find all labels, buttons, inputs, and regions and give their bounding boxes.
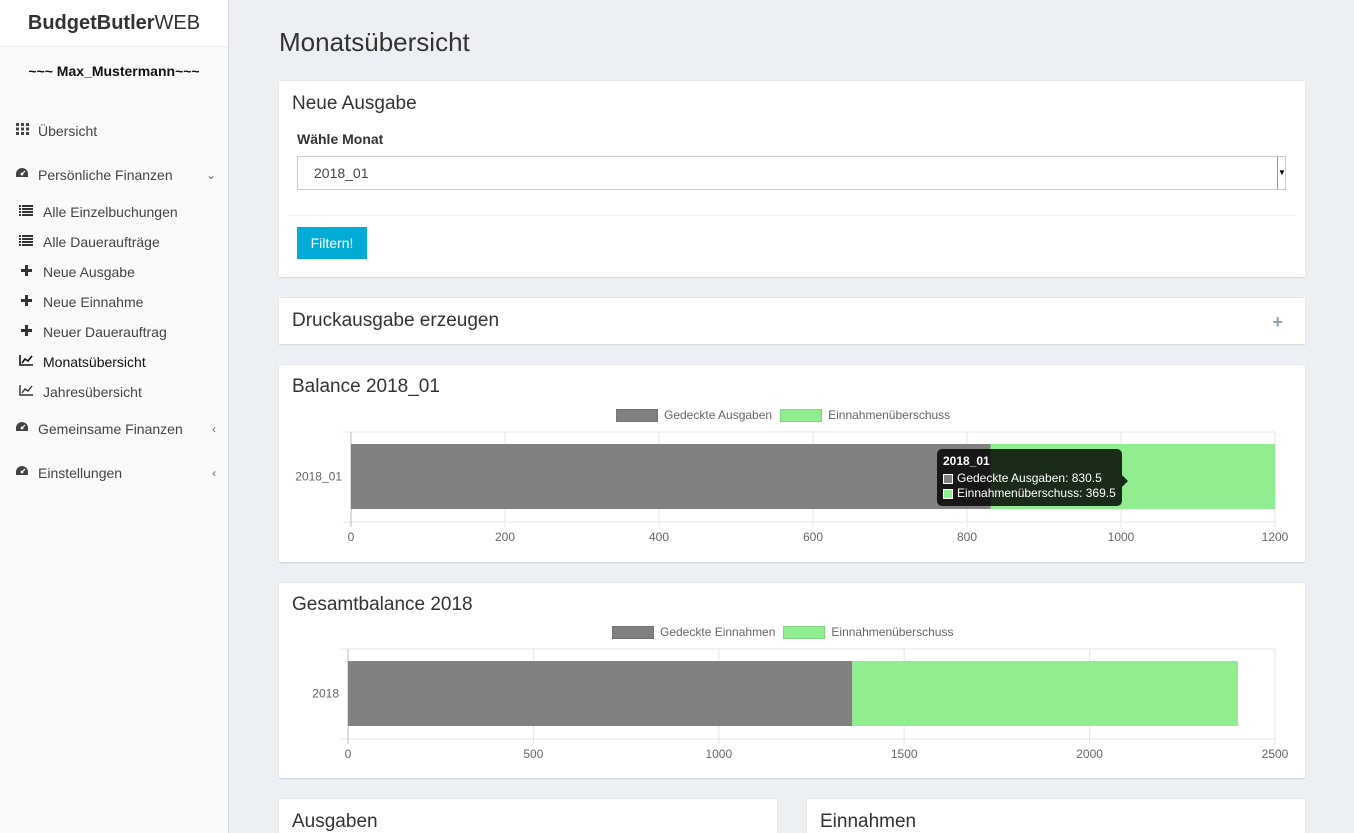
x-tick-label: 500 (523, 747, 543, 761)
bar-einnahmen-berschuss (852, 661, 1238, 726)
chevron-left-icon: ‹ (212, 422, 216, 436)
x-tick-label: 600 (803, 530, 823, 544)
plus-icon (18, 257, 34, 287)
plus-icon (18, 317, 34, 347)
sidebar-item-label: Monatsübersicht (43, 354, 146, 370)
dashboard-icon (14, 153, 30, 197)
filter-button[interactable]: Filtern! (297, 227, 367, 259)
tooltip-row: Gedeckte Ausgaben: 830.5 (943, 471, 1116, 486)
sidebar-item-label: Persönliche Finanzen (38, 167, 173, 183)
sidebar-item-jahresuebersicht[interactable]: Jahresübersicht (0, 377, 228, 407)
box-title: Druckausgabe erzeugen (292, 310, 500, 331)
sidebar-item-label: Einstellungen (38, 465, 123, 481)
sidebar-item-label: Alle Einzelbuchungen (43, 204, 178, 220)
filter-box: Neue Ausgabe Wähle Monat 2018_01 ▼ Filte… (279, 80, 1305, 277)
line-chart-icon (18, 347, 34, 377)
sidebar-item-label: Gemeinsame Finanzen (38, 421, 183, 437)
dashboard-icon (14, 451, 30, 495)
tooltip-title: 2018_01 (943, 454, 990, 468)
box-title: Neue Ausgabe (292, 93, 417, 114)
x-tick-label: 2500 (1262, 747, 1289, 761)
balance-box: Balance 2018_01 Gedeckte Ausgaben Einnah… (279, 364, 1305, 562)
month-select[interactable]: 2018_01 ▼ (297, 156, 1286, 190)
bar-gedeckte-einnahmen (348, 661, 853, 726)
line-chart-icon (18, 377, 34, 407)
sidebar-item-uebersicht[interactable]: Übersicht (0, 109, 228, 153)
grid-icon (14, 109, 30, 153)
brand-logo[interactable]: BudgetButlerWEB (0, 0, 228, 47)
expenses-box: Ausgaben (279, 798, 777, 833)
balance-chart: 0 200 400 600 800 1000 1200 2018_01 (295, 431, 1289, 544)
sidebar-menu: Übersicht Persönliche Finanzen ⌄ Alle Ei… (0, 109, 228, 495)
sidebar-item-label: Übersicht (38, 123, 98, 139)
y-category-label: 2018_01 (295, 470, 342, 484)
tooltip-swatch (943, 488, 953, 499)
x-tick-label: 0 (348, 530, 355, 544)
sidebar-item-neue-ausgabe[interactable]: Neue Ausgabe (0, 257, 228, 287)
sidebar-item-monatsuebersicht[interactable]: Monatsübersicht (0, 347, 228, 377)
sidebar-item-gemeinsame-finanzen[interactable]: Gemeinsame Finanzen ‹ (0, 407, 228, 451)
tooltip-text: Einnahmenüberschuss: 369.5 (957, 486, 1116, 500)
dropdown-arrow-icon: ▼ (1277, 157, 1286, 189)
main-content: Monatsübersicht Neue Ausgabe Wähle Monat… (229, 0, 1354, 833)
tooltip-row: Einnahmenüberschuss: 369.5 (943, 486, 1116, 501)
tooltip-swatch (943, 473, 953, 484)
month-label: Wähle Monat (297, 131, 384, 147)
income-box: Einnahmen (807, 798, 1305, 833)
bar-gedeckte-ausgaben (351, 444, 991, 509)
x-tick-label: 1200 (1262, 530, 1289, 544)
x-tick-label: 2000 (1076, 747, 1103, 761)
print-box[interactable]: Druckausgabe erzeugen + (279, 297, 1305, 344)
x-tick-label: 1000 (1108, 530, 1135, 544)
x-tick-label: 200 (495, 530, 515, 544)
sidebar-item-neue-einnahme[interactable]: Neue Einnahme (0, 287, 228, 317)
chart-tooltip: 2018_01 Gedeckte Ausgaben: 830.5 Einnahm… (937, 449, 1128, 506)
plus-icon (18, 287, 34, 317)
total-balance-box: Gesamtbalance 2018 Gedeckte Einnahmen Ei… (279, 582, 1305, 778)
sidebar-item-alle-einzelbuchungen[interactable]: Alle Einzelbuchungen (0, 197, 228, 227)
sidebar-item-persoenliche-finanzen[interactable]: Persönliche Finanzen ⌄ (0, 153, 228, 197)
box-title: Ausgaben (292, 811, 378, 832)
total-balance-chart: 0 500 1000 1500 2000 2500 2018 (312, 648, 1289, 761)
sidebar-item-einstellungen[interactable]: Einstellungen ‹ (0, 451, 228, 495)
sidebar-item-label: Neue Einnahme (43, 294, 144, 310)
x-tick-label: 0 (345, 747, 352, 761)
user-name: ~~~ Max_Mustermann~~~ (28, 63, 200, 79)
x-tick-label: 1500 (891, 747, 918, 761)
x-tick-label: 800 (957, 530, 977, 544)
sidebar-item-neuer-dauerauftrag[interactable]: Neuer Dauerauftrag (0, 317, 228, 347)
brand-name-light: WEB (154, 12, 201, 34)
sidebar-item-alle-dauerauftraege[interactable]: Alle Daueraufträge (0, 227, 228, 257)
list-icon (18, 227, 34, 257)
sidebar-item-label: Neuer Dauerauftrag (43, 324, 167, 340)
sidebar: BudgetButlerWEB ~~~ Max_Mustermann~~~ Üb… (0, 0, 229, 833)
dashboard-icon (14, 407, 30, 451)
brand-name-bold: BudgetButler (27, 12, 155, 34)
box-title: Einnahmen (820, 811, 917, 832)
y-category-label: 2018 (312, 687, 339, 701)
divider (288, 215, 1296, 216)
chevron-down-icon: ⌄ (205, 168, 216, 182)
page-title: Monatsübersicht (279, 27, 470, 57)
expand-plus-icon[interactable]: + (1272, 312, 1283, 333)
sidebar-item-label: Alle Daueraufträge (43, 234, 160, 250)
list-icon (18, 197, 34, 227)
tooltip-text: Gedeckte Ausgaben: 830.5 (957, 471, 1102, 485)
month-select-value: 2018_01 (314, 165, 369, 181)
sidebar-item-label: Neue Ausgabe (43, 264, 135, 280)
chevron-left-icon: ‹ (212, 466, 216, 480)
x-tick-label: 400 (649, 530, 669, 544)
x-tick-label: 1000 (705, 747, 732, 761)
sidebar-item-label: Jahresübersicht (43, 384, 142, 400)
